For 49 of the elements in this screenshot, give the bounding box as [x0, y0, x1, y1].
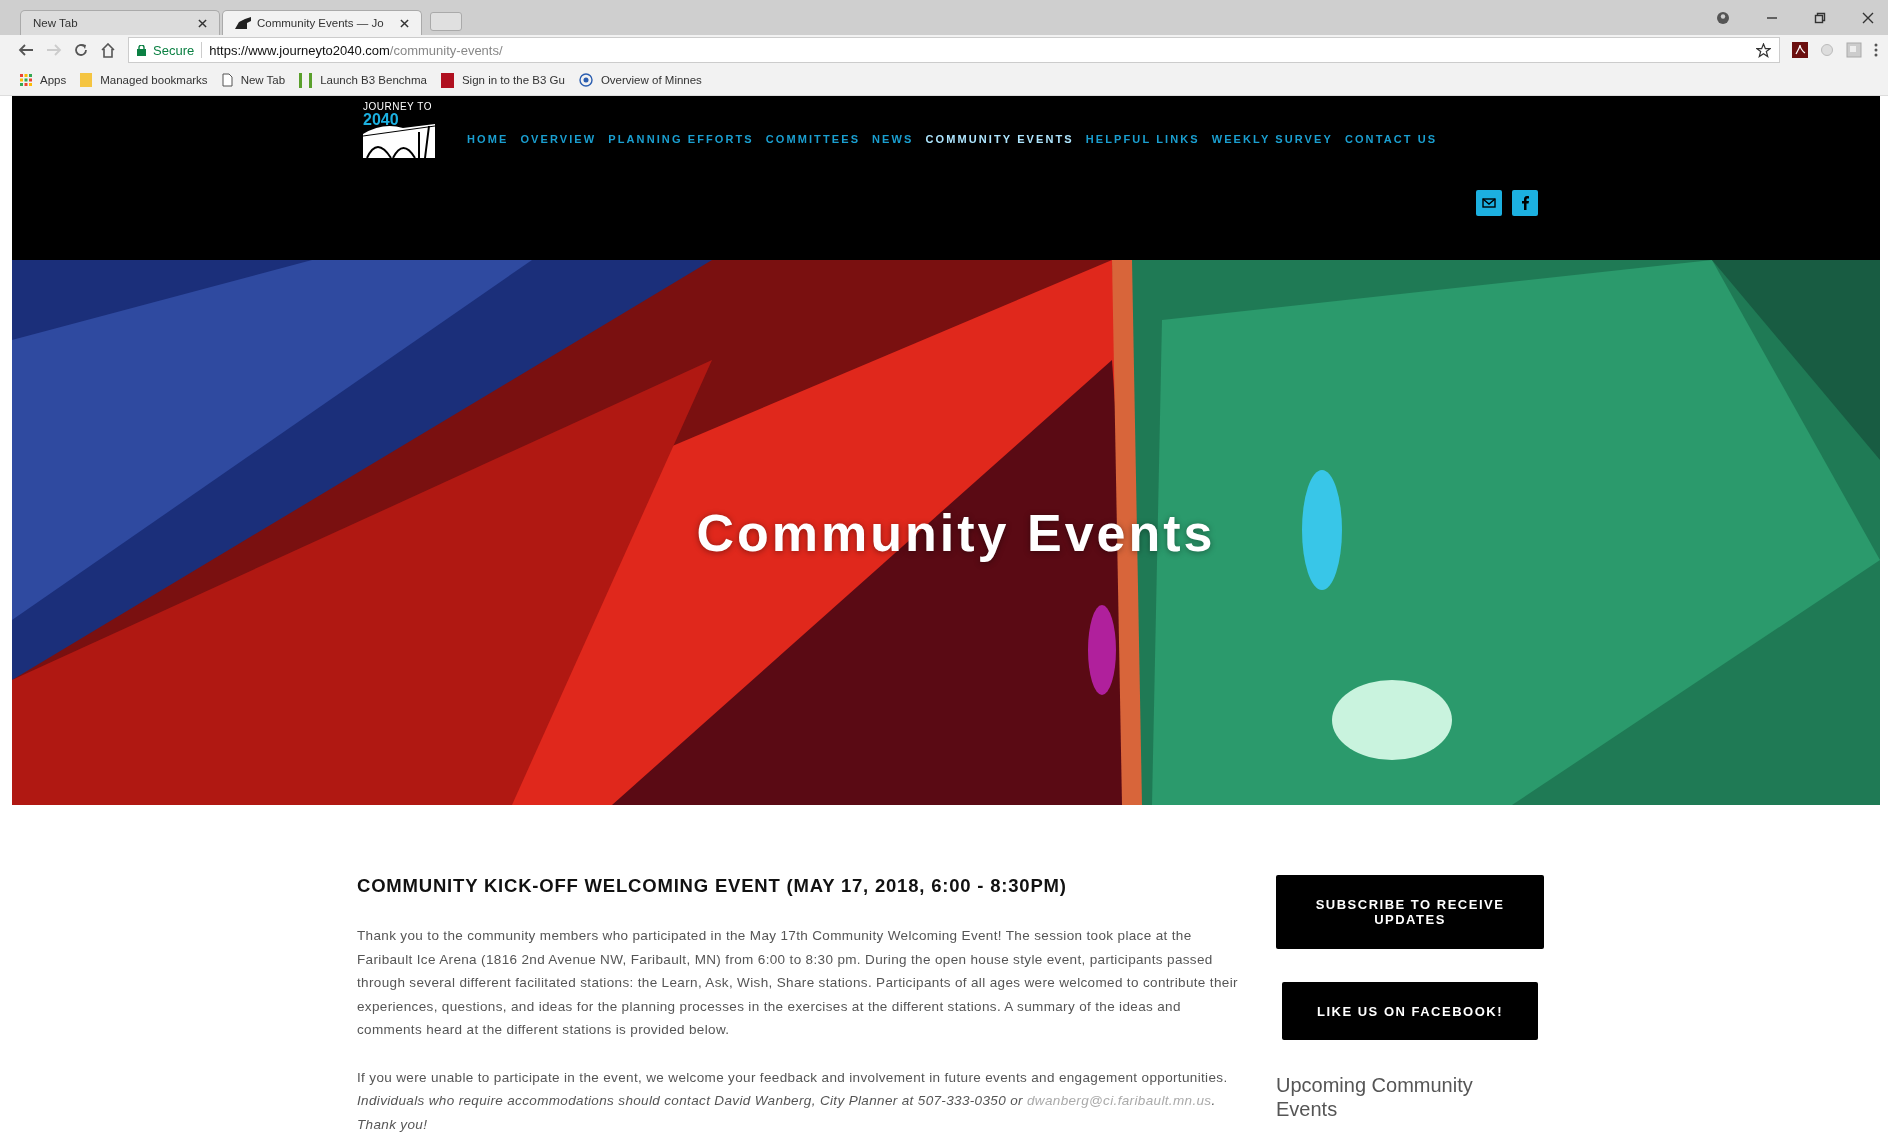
bookmark[interactable]: Overview of Minnes [578, 73, 702, 87]
nav-link[interactable]: HELPFUL LINKS [1085, 133, 1200, 145]
nav-link[interactable]: NEWS [872, 133, 914, 145]
nav-link[interactable]: COMMUNITY EVENTS [925, 133, 1074, 145]
nav-link[interactable]: CONTACT US [1344, 133, 1438, 145]
browser-tab[interactable]: Community Events — Jo [222, 10, 422, 35]
star-icon[interactable] [1756, 42, 1771, 58]
browser-tab[interactable]: New Tab [20, 10, 220, 35]
bookmark[interactable]: Managed bookmarks [80, 73, 208, 87]
facebook-icon[interactable] [1512, 190, 1538, 216]
bookmark[interactable]: New Tab [221, 73, 286, 87]
lock-icon [137, 44, 146, 56]
menu-icon[interactable] [1874, 43, 1878, 57]
secure-label: Secure [153, 42, 195, 58]
back-icon[interactable] [18, 43, 34, 57]
bracket-logo-icon [440, 72, 454, 88]
cta-button[interactable]: SUBSCRIBE TO RECEIVE UPDATES [1276, 875, 1544, 949]
folder-icon [80, 73, 93, 87]
apps-grid-icon [20, 74, 32, 86]
nav-link[interactable]: HOME [467, 133, 509, 145]
close-icon[interactable] [1862, 11, 1874, 24]
paragraph: If you were unable to participate in the event, we welcome your feedback and involvement in future events and engagement opportunities. Individuals who require accommodations should contact David Wanberg, City Planner at 507-333-0350 or dwanberg@ci.faribault.mn.us. Thank you! [357, 1068, 1229, 1134]
tab-title: New Tab [33, 17, 79, 29]
nav-link[interactable]: COMMITTEES [765, 133, 861, 145]
nav-link[interactable]: PLANNING EFFORTS [608, 133, 754, 145]
tab-title: Community Events — Jo [257, 17, 385, 29]
bookmark[interactable]: Launch B3 Benchma [299, 72, 427, 88]
page-icon [221, 73, 233, 87]
email-icon[interactable] [1476, 190, 1502, 216]
nav-link[interactable]: WEEKLY SURVEY [1211, 133, 1333, 145]
reload-icon[interactable] [74, 43, 88, 57]
home-icon[interactable] [100, 42, 116, 58]
pdf-extension-icon[interactable] [1792, 42, 1808, 58]
restore-icon[interactable] [1814, 11, 1826, 24]
close-icon[interactable] [400, 18, 409, 28]
sidebar-heading: Upcoming Community Events [1276, 1073, 1474, 1121]
bookmark[interactable]: Apps [20, 74, 67, 86]
nav-link[interactable]: OVERVIEW [520, 133, 597, 145]
article-heading: COMMUNITY KICK-OFF WELCOMING EVENT (MAY 17, 2018, 6:00 - 8:30PM) [357, 875, 1068, 897]
address-field[interactable]: Secure https://www.journeyto2040.com/community-events/ [128, 37, 1780, 63]
bookmark[interactable]: Sign in to the B3 Gu [440, 72, 565, 88]
url-text: https://www.journeyto2040.com/community-events/ [209, 42, 503, 58]
paragraph: Thank you to the community members who participated in the May 17th Community Welcoming Event! The session took place at the Faribault Ice Arena (1816 2nd Avenue NW, Faribault, MN) from 6:00 to 8:30 pm. During the open house style event, participants passed through several different facilitated stations: the Learn, Ask, Wish, Share stations. Participants of all ages were welcomed to contribute their experiences, questions, and ideas for the planning processes in the exercises at the different stations. A summary of the ideas and comments heard at the different stations is provided below. [357, 927, 1239, 1039]
cta-button[interactable]: LIKE US ON FACEBOOK! [1282, 982, 1538, 1040]
bracket-logo-icon [299, 72, 313, 88]
close-icon[interactable] [198, 18, 207, 28]
profile-icon[interactable] [1716, 10, 1730, 25]
site-logo[interactable]: JOURNEY TO 2040 [363, 102, 437, 176]
globe-icon [578, 73, 593, 87]
